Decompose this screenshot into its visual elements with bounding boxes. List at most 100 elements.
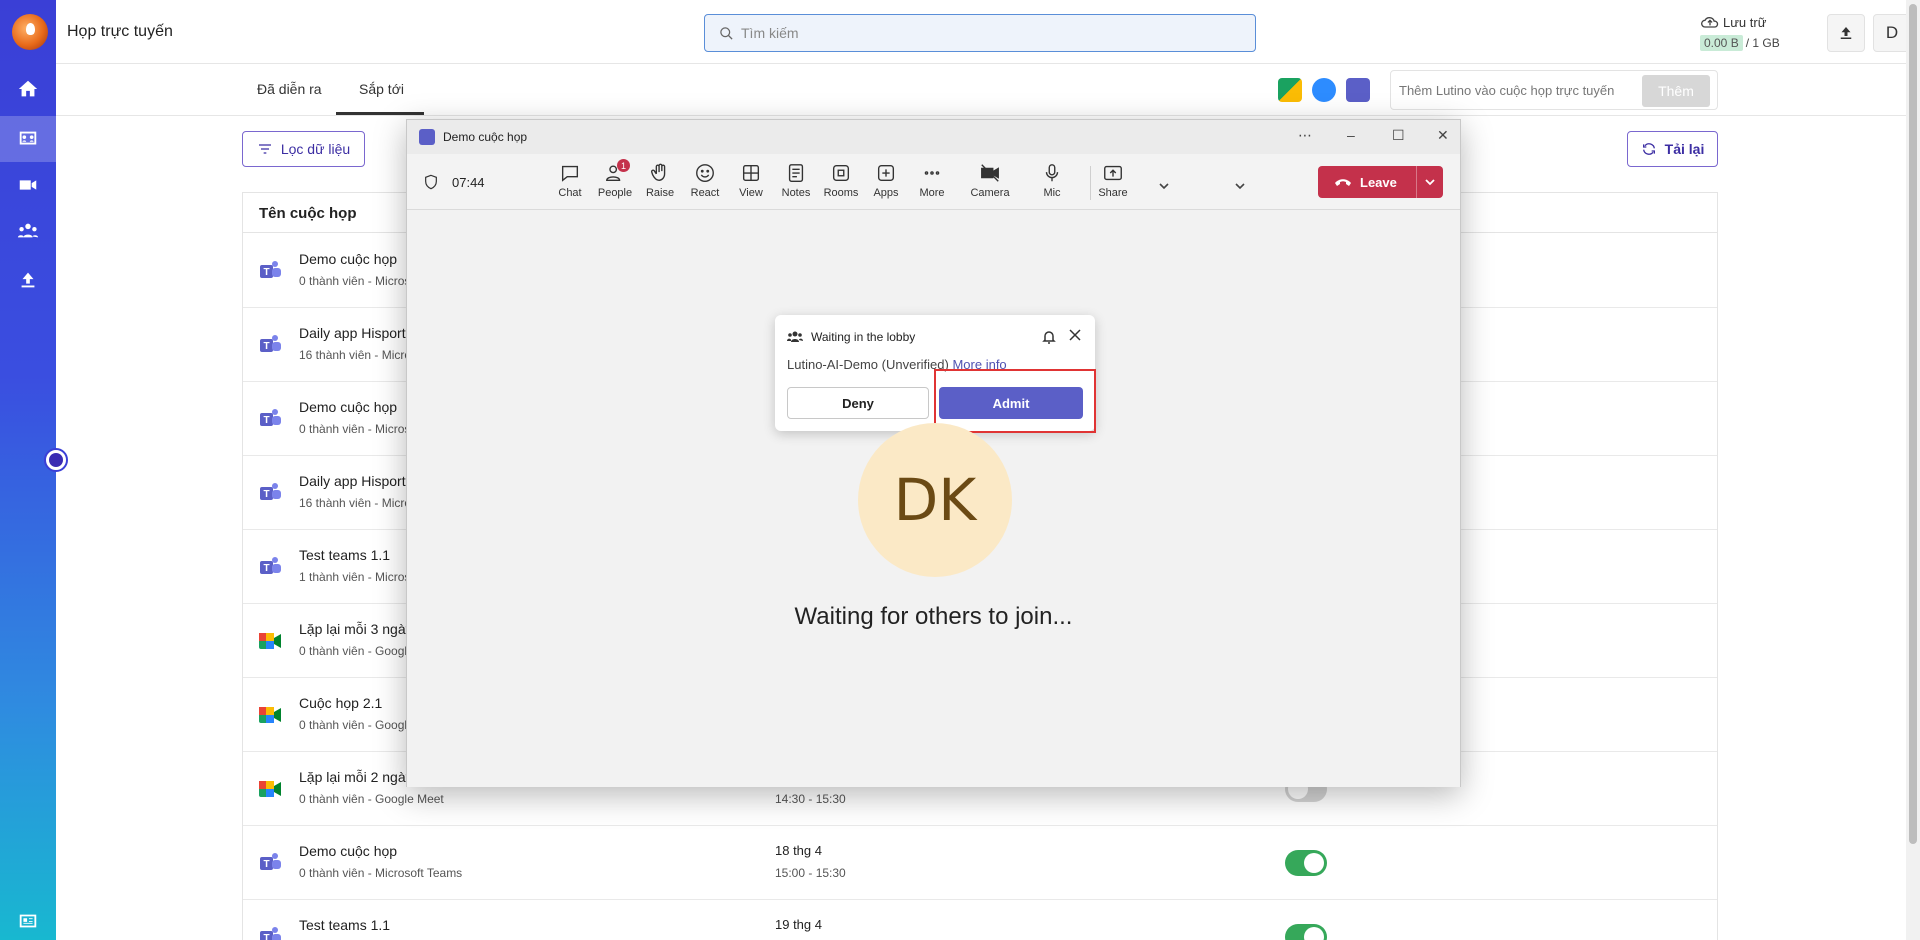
- home-icon: [18, 80, 38, 97]
- chevron-down-icon: [1235, 183, 1245, 190]
- auto-join-toggle[interactable]: [1285, 850, 1327, 876]
- app-logo[interactable]: [12, 14, 48, 50]
- meeting-title[interactable]: Test teams 1.1: [299, 917, 390, 933]
- sidebar-item-video[interactable]: [0, 162, 56, 208]
- lobby-settings-button[interactable]: [1041, 329, 1057, 345]
- reload-button[interactable]: Tải lại: [1627, 131, 1718, 167]
- meeting-title[interactable]: Demo cuộc họp: [299, 399, 397, 415]
- lobby-person-name: Lutino-AI-Demo (Unverified): [787, 357, 949, 372]
- svg-text:T: T: [263, 341, 269, 352]
- sidebar-item-meetings[interactable]: [0, 116, 56, 162]
- svg-text:T: T: [263, 415, 269, 426]
- deny-button[interactable]: Deny: [787, 387, 929, 419]
- meeting-date: 18 thg 4: [775, 843, 822, 858]
- maximize-icon[interactable]: ☐: [1392, 127, 1405, 144]
- leave-options-chevron[interactable]: [1417, 176, 1443, 188]
- teams-meeting-window: Demo cuộc họp ⋯ – ☐ ✕ 07:44 Chat People 1 R…: [406, 119, 1461, 787]
- meeting-time: 15:00 - 15:30: [775, 866, 846, 880]
- people-button[interactable]: People 1: [592, 159, 638, 206]
- sidebar-item-groups[interactable]: [0, 208, 56, 254]
- teams-logo-icon: [419, 129, 435, 145]
- meeting-title[interactable]: Cuộc họp 2.1: [299, 695, 382, 711]
- camera-options-chevron[interactable]: [1158, 179, 1170, 191]
- more-label: More: [919, 187, 945, 199]
- search-box[interactable]: [704, 14, 1256, 52]
- meeting-title[interactable]: Demo cuộc họp: [299, 251, 397, 267]
- auto-join-toggle[interactable]: [1285, 924, 1327, 940]
- meeting-title[interactable]: Test teams 1.1: [299, 547, 390, 563]
- meeting-subtitle: 16 thành viên - Micro: [299, 348, 412, 362]
- app-root: Họp trực tuyến Lưu trữ 0.00 B / 1 GB D Đ…: [0, 0, 1920, 940]
- lobby-close-button[interactable]: [1067, 327, 1083, 343]
- window-more-icon[interactable]: ⋯: [1298, 127, 1312, 144]
- google-meet-icon[interactable]: [1278, 78, 1302, 102]
- upload-button[interactable]: [1827, 14, 1865, 52]
- bell-settings-icon: [1042, 331, 1056, 344]
- apps-button[interactable]: Apps: [863, 162, 909, 206]
- window-close-icon[interactable]: ✕: [1437, 127, 1449, 144]
- leave-label: Leave: [1360, 174, 1397, 190]
- minimize-icon[interactable]: –: [1347, 127, 1355, 143]
- meeting-title[interactable]: Lặp lại mỗi 3 ngày: [299, 621, 413, 637]
- share-label: Share: [1098, 187, 1128, 199]
- share-button[interactable]: Share: [1090, 162, 1136, 206]
- meeting-subtitle: 0 thành viên - Google: [299, 644, 414, 658]
- notes-button[interactable]: Notes: [773, 162, 819, 206]
- meeting-date: 19 thg 4: [775, 917, 822, 932]
- google-meet-icon: [257, 702, 283, 728]
- column-header-name: Tên cuộc họp: [259, 205, 357, 222]
- meeting-title[interactable]: Daily app Hisport: [299, 325, 406, 341]
- meeting-title[interactable]: Daily app Hisport: [299, 473, 406, 489]
- svg-text:T: T: [263, 859, 269, 870]
- view-icon: [742, 164, 760, 182]
- react-button[interactable]: React: [682, 162, 728, 206]
- sidebar-collapse-button[interactable]: [44, 448, 68, 472]
- sidebar-item-home[interactable]: [0, 66, 56, 112]
- meeting-timer: 07:44: [452, 175, 485, 190]
- page-scrollbar[interactable]: [1906, 0, 1920, 940]
- microsoft-teams-icon: T: [257, 258, 283, 284]
- rooms-icon: [832, 164, 850, 182]
- raise-button[interactable]: Raise: [637, 162, 683, 206]
- video-icon: [19, 180, 37, 190]
- meeting-title[interactable]: Lặp lại mỗi 2 ngày: [299, 769, 413, 785]
- chat-icon: [561, 165, 579, 182]
- sidebar-item-profile-card[interactable]: [0, 898, 56, 940]
- sidebar: [0, 0, 56, 940]
- avatar: D: [1885, 23, 1899, 42]
- zoom-icon[interactable]: [1312, 78, 1336, 102]
- leave-button[interactable]: Leave: [1318, 175, 1416, 190]
- chat-button[interactable]: Chat: [547, 162, 593, 206]
- tab-past[interactable]: Đã diễn ra: [257, 81, 322, 97]
- lutino-meeting-link-field[interactable]: Thêm: [1390, 70, 1718, 110]
- storage-label: Lưu trữ: [1723, 14, 1767, 30]
- sidebar-item-upload[interactable]: [0, 257, 56, 303]
- microsoft-teams-icon: T: [257, 332, 283, 358]
- meeting-link-input[interactable]: [1399, 82, 1637, 98]
- mic-icon: [1045, 164, 1059, 182]
- add-lutino-button[interactable]: Thêm: [1642, 75, 1710, 107]
- upload-icon: [21, 272, 35, 288]
- leave-button-group: Leave: [1318, 166, 1443, 198]
- rooms-button[interactable]: Rooms: [818, 162, 864, 206]
- view-button[interactable]: View: [728, 162, 774, 206]
- microsoft-teams-icon[interactable]: [1346, 78, 1370, 102]
- more-button[interactable]: More: [909, 162, 955, 206]
- search-input[interactable]: [741, 25, 1221, 41]
- mic-button[interactable]: Mic: [1029, 162, 1075, 206]
- react-icon: [696, 164, 714, 182]
- window-titlebar[interactable]: Demo cuộc họp ⋯ – ☐ ✕: [407, 120, 1460, 154]
- filter-button[interactable]: Lọc dữ liệu: [242, 131, 365, 167]
- tab-upcoming[interactable]: Sắp tới: [359, 81, 404, 97]
- meeting-title[interactable]: Demo cuộc họp: [299, 843, 397, 859]
- table-row[interactable]: TTest teams 1.11 thành viên - Microsoft …: [243, 900, 1717, 940]
- divider: [56, 115, 1906, 116]
- id-card-icon: [19, 914, 37, 928]
- people-label: People: [597, 187, 633, 199]
- participant-avatar: DK: [858, 423, 1012, 577]
- camera-button[interactable]: Camera: [967, 162, 1013, 206]
- raise-hand-icon: [651, 163, 666, 182]
- table-row[interactable]: T Demo cuộc họp 0 thành viên - Microsoft T…: [243, 826, 1717, 900]
- mic-options-chevron[interactable]: [1234, 179, 1246, 191]
- camera-off-icon: [981, 164, 999, 182]
